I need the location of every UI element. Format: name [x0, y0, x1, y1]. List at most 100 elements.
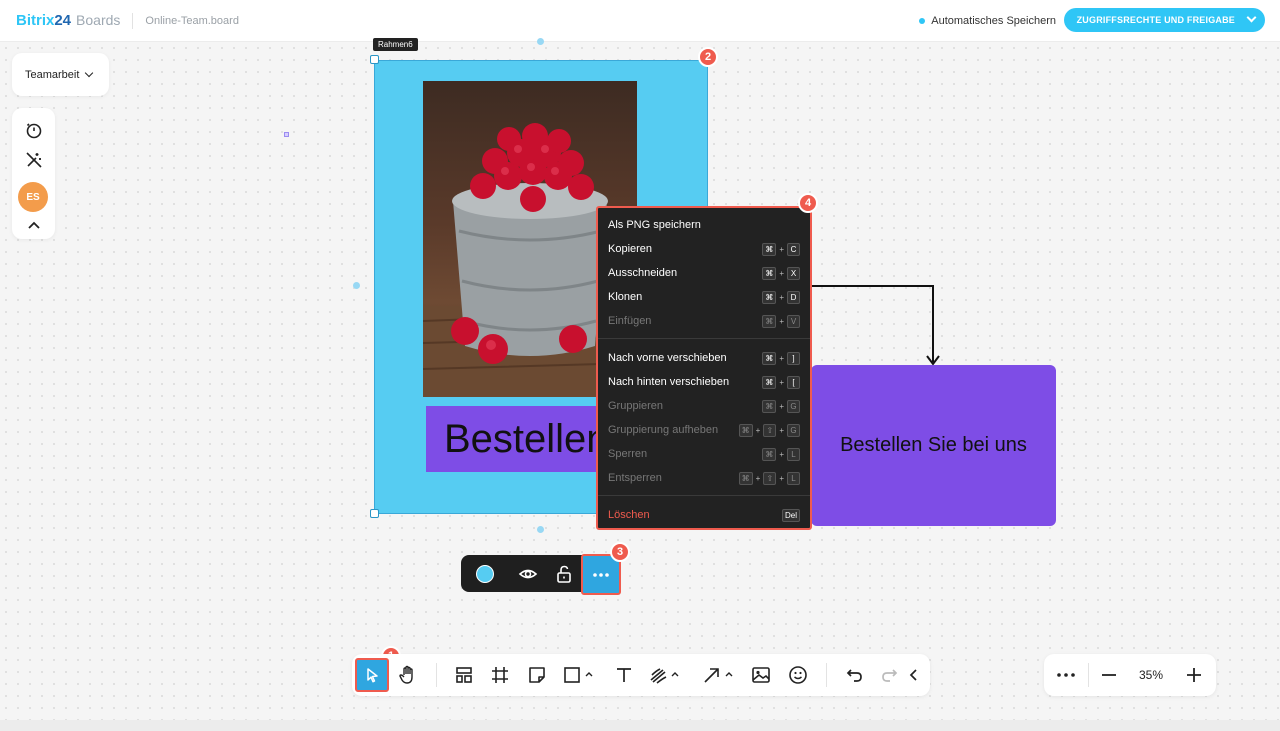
menu-item-clone[interactable]: Klonen ⌘ + D [608, 288, 800, 306]
step-badge-2: 2 [698, 47, 718, 67]
menu-item-send-backward[interactable]: Nach hinten verschieben ⌘ +[ [608, 373, 800, 391]
zoom-bar: 35% [1044, 654, 1216, 696]
frame-label[interactable]: Rahmen6 [373, 38, 418, 51]
divider [1088, 663, 1089, 687]
key: G [787, 423, 800, 437]
divider [826, 663, 827, 687]
menu-divider [598, 338, 810, 339]
select-tool[interactable] [355, 658, 389, 692]
shortcut: ⌘ + L [762, 447, 800, 461]
divider [436, 663, 437, 687]
emoji-tool-icon[interactable] [786, 663, 810, 687]
menu-item-paste[interactable]: Einfügen ⌘ + V [608, 312, 800, 330]
menu-item-label: Entsperren [608, 472, 662, 484]
frame-tool-icon[interactable] [488, 663, 512, 687]
key: ⌘ [762, 314, 777, 328]
shortcut: ⌘ +[ [762, 375, 800, 389]
key: ⌘ [762, 351, 777, 365]
chevron-left-icon[interactable] [906, 663, 922, 687]
menu-item-label: Sperren [608, 448, 648, 460]
text-tool-icon[interactable] [612, 663, 636, 687]
menu-item-label: Als PNG speichern [608, 219, 701, 231]
menu-item-label: Nach hinten verschieben [608, 376, 730, 388]
menu-item-cut[interactable]: Ausschneiden ⌘ + X [608, 264, 800, 282]
menu-item-copy[interactable]: Kopieren ⌘ + C [608, 240, 800, 258]
menu-item-bring-forward[interactable]: Nach vorne verschieben ⌘ +] [608, 349, 800, 367]
key: L [787, 447, 800, 461]
zoom-in-icon[interactable] [1182, 663, 1206, 687]
cursor-icon [367, 668, 378, 683]
shortcut: ⌘ + C [762, 242, 800, 256]
key: D [787, 290, 800, 304]
redo-icon[interactable] [878, 663, 902, 687]
bottom-toolbar [352, 654, 930, 696]
sticky-note-text: Bestellen Sie bei uns [840, 434, 1027, 456]
sticky-note[interactable]: Bestellen Sie bei uns [811, 365, 1056, 526]
more-icon[interactable] [1054, 663, 1078, 687]
templates-icon[interactable] [452, 663, 476, 687]
step-badge-4: 4 [798, 193, 818, 213]
resize-handle-bottom-left[interactable] [370, 509, 379, 518]
menu-item-label: Gruppierung aufheben [608, 424, 719, 436]
key: ⇧ [763, 471, 777, 485]
menu-item-unlock[interactable]: Entsperren ⌘ + ⇧ + L [608, 469, 800, 487]
ellipsis-icon [593, 572, 609, 577]
sticky-note-icon[interactable] [525, 663, 549, 687]
key: G [787, 399, 800, 413]
menu-item-label: Ausschneiden [608, 267, 678, 279]
zoom-level[interactable]: 35% [1139, 654, 1163, 696]
key: [ [787, 375, 800, 389]
shortcut: ⌘ +] [762, 351, 800, 365]
text-card[interactable]: Bestellen Sie bei uns [426, 406, 602, 472]
shortcut: Del [781, 508, 800, 522]
menu-item-lock[interactable]: Sperren ⌘ + L [608, 445, 800, 463]
key: ⌘ [762, 375, 777, 389]
color-swatch [476, 565, 494, 583]
shortcut: ⌘ + ⇧ + L [738, 471, 800, 485]
key: ⌘ [738, 423, 753, 437]
color-picker[interactable] [473, 562, 497, 586]
undo-icon[interactable] [842, 663, 866, 687]
menu-item-save-png[interactable]: Als PNG speichern [608, 216, 800, 234]
menu-item-label: Nach vorne verschieben [608, 352, 727, 364]
pen-tool-icon[interactable] [648, 663, 684, 687]
key: ⇧ [763, 423, 777, 437]
menu-item-label: Einfügen [608, 315, 652, 327]
menu-item-delete[interactable]: Löschen Del [608, 506, 800, 524]
shortcut: ⌘ + D [762, 290, 800, 304]
menu-item-label: Kopieren [608, 243, 653, 255]
key: ⌘ [738, 471, 753, 485]
shortcut: ⌘ + X [762, 266, 800, 280]
context-menu: Als PNG speichern Kopieren ⌘ + C Ausschneid… [596, 206, 812, 530]
connection-point-left[interactable] [353, 282, 360, 289]
key: X [787, 266, 800, 280]
connection-point-bottom[interactable] [537, 526, 544, 533]
key: Del [781, 508, 800, 522]
key: ⌘ [762, 447, 777, 461]
key: ⌘ [762, 242, 777, 256]
key: ] [787, 351, 800, 365]
shortcut: ⌘ + G [762, 399, 800, 413]
arrow-tool-icon[interactable] [702, 663, 738, 687]
shortcut: ⌘ + ⇧ + G [738, 423, 800, 437]
key: L [787, 471, 800, 485]
resize-handle-top-left[interactable] [370, 55, 379, 64]
menu-item-label: Klonen [608, 291, 643, 303]
menu-item-label: Gruppieren [608, 400, 664, 412]
connection-point-top[interactable] [537, 38, 544, 45]
menu-item-group[interactable]: Gruppieren ⌘ + G [608, 397, 800, 415]
menu-item-ungroup[interactable]: Gruppierung aufheben ⌘ + ⇧ + G [608, 421, 800, 439]
eye-icon[interactable] [516, 562, 540, 586]
shortcut: ⌘ + V [762, 314, 800, 328]
zoom-out-icon[interactable] [1097, 663, 1121, 687]
key: V [787, 314, 800, 328]
key: ⌘ [762, 399, 777, 413]
key: ⌘ [762, 266, 777, 280]
menu-divider [598, 495, 810, 496]
hand-tool-icon[interactable] [396, 663, 420, 687]
key: C [787, 242, 800, 256]
key: ⌘ [762, 290, 777, 304]
image-tool-icon[interactable] [749, 663, 773, 687]
shape-tool-icon[interactable] [562, 663, 598, 687]
unlock-icon[interactable] [552, 562, 576, 586]
